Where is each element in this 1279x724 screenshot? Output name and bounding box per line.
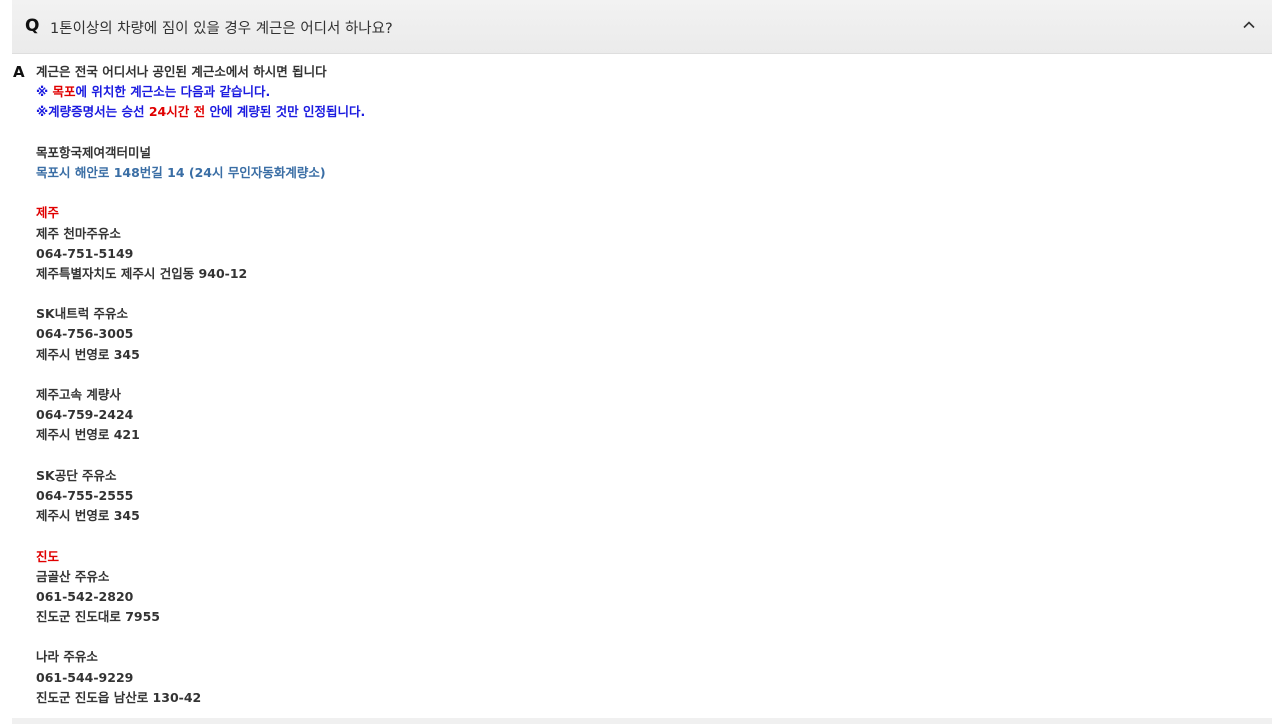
station-name: SK공단 주유소 — [36, 467, 117, 483]
answer-intro: 계근은 전국 어디서나 공인된 계근소에서 하시면 됩니다 — [36, 64, 327, 79]
station-name: 금골산 주유소 — [36, 568, 110, 584]
station-address: 제주시 번영로 421 — [36, 427, 140, 443]
mokpo-station-address: 목포시 해안로 148번길 14 (24시 무인자동화계량소) — [36, 164, 326, 180]
station-address: 제주특별자치도 제주시 건입동 940-12 — [36, 265, 248, 281]
station-name: SK내트럭 주유소 — [36, 306, 129, 322]
note1-highlight: 목포 — [52, 84, 76, 100]
mokpo-note: ※ 목포에 위치한 계근소는 다음과 같습니다. — [36, 82, 365, 102]
note2-highlight: 24시간 전 — [148, 104, 206, 120]
certificate-note: ※계량증명서는 승선 24시간 전 안에 계량된 것만 인정됩니다. — [36, 102, 365, 122]
next-faq-item-edge — [12, 718, 1272, 724]
station-phone: 064-756-3005 — [36, 326, 134, 342]
region-heading-jeju: 제주 — [36, 205, 60, 221]
answer-body: 계근은 전국 어디서나 공인된 계근소에서 하시면 됩니다 ※ 목포에 위치한 … — [36, 62, 365, 708]
answer-mark: A — [13, 63, 25, 81]
faq-item: Q 1톤이상의 차량에 짐이 있을 경우 계근은 어디서 하나요? — [12, 0, 1272, 54]
note2-suffix: 안에 계량된 것만 인정됩니다. — [205, 104, 366, 120]
station-phone: 064-755-2555 — [36, 487, 134, 503]
station-name: 나라 주유소 — [36, 649, 98, 665]
station-address: 제주시 번영로 345 — [36, 508, 140, 524]
faq-question-header[interactable]: Q 1톤이상의 차량에 짐이 있을 경우 계근은 어디서 하나요? — [12, 0, 1272, 54]
region-heading-jindo: 진도 — [36, 548, 60, 564]
chevron-up-icon[interactable] — [1240, 16, 1258, 34]
station-address: 제주시 번영로 345 — [36, 346, 140, 362]
station-address: 진도군 진도읍 남산로 130-42 — [36, 689, 202, 705]
question-mark: Q — [25, 16, 40, 36]
station-phone: 061-544-9229 — [36, 669, 134, 685]
station-name: 제주고속 계량사 — [36, 387, 121, 402]
note2-prefix: ※계량증명서는 승선 — [36, 104, 149, 120]
mokpo-station-name: 목포항국제여객터미널 — [36, 144, 152, 160]
station-phone: 064-759-2424 — [36, 407, 134, 423]
question-text: 1톤이상의 차량에 짐이 있을 경우 계근은 어디서 하나요? — [50, 21, 393, 37]
note1-prefix: ※ — [36, 84, 53, 100]
station-address: 진도군 진도대로 7955 — [36, 609, 160, 625]
station-name: 제주 천마주유소 — [36, 225, 121, 241]
station-phone: 064-751-5149 — [36, 245, 134, 261]
station-phone: 061-542-2820 — [36, 588, 134, 604]
note1-suffix: 에 위치한 계근소는 다음과 같습니다. — [75, 84, 271, 100]
